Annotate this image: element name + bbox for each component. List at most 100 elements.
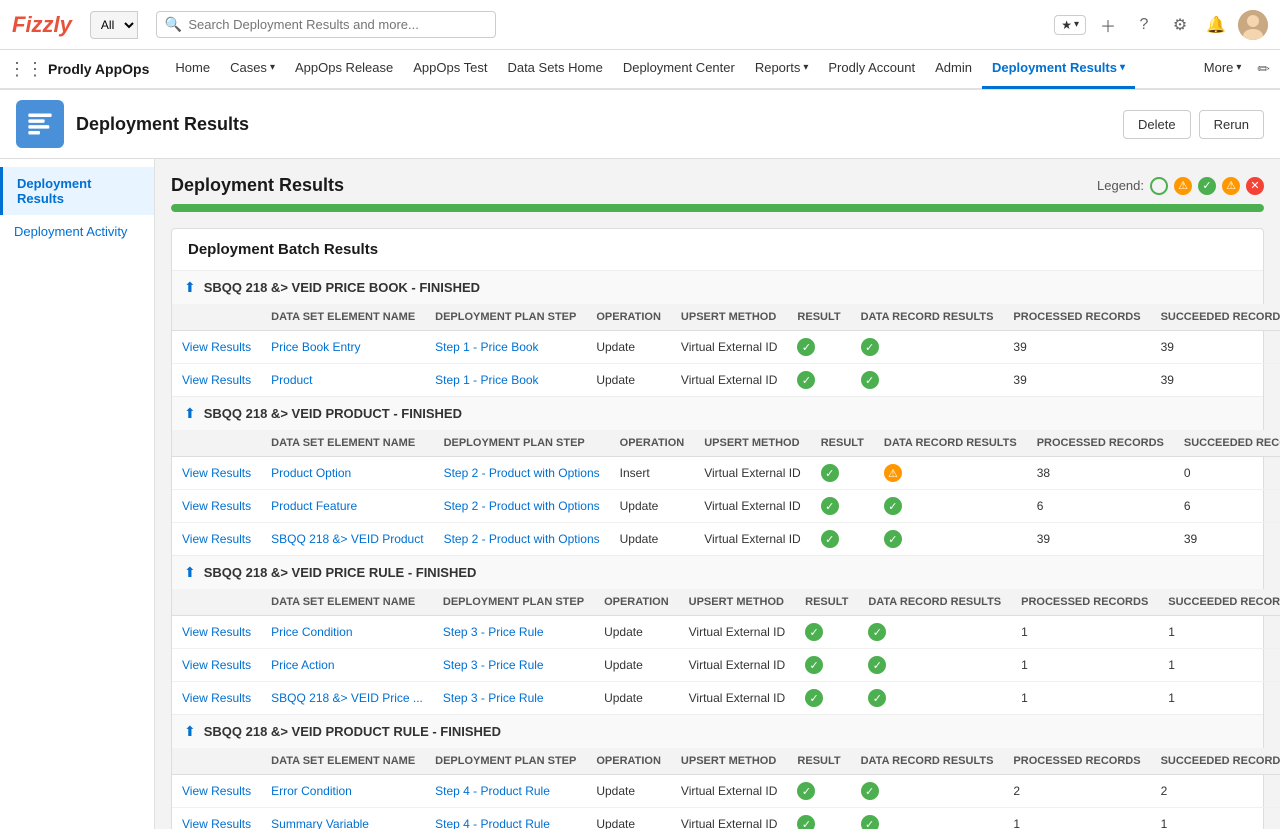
step-link[interactable]: Step 4 - Product Rule: [435, 784, 550, 798]
sidebar-item-deployment-results[interactable]: Deployment Results: [0, 167, 154, 215]
view-results-link[interactable]: View Results: [182, 691, 251, 705]
element-name-link[interactable]: Product Feature: [271, 499, 357, 513]
product-table: DATA SET ELEMENT NAME DEPLOYMENT PLAN ST…: [172, 430, 1280, 555]
operation-cell: Update: [586, 364, 671, 397]
sidebar-item-deployment-activity[interactable]: Deployment Activity: [0, 215, 154, 248]
drr-ok-icon: ✓: [861, 371, 879, 389]
search-filter-select[interactable]: All: [90, 11, 138, 39]
element-name-link[interactable]: SBQQ 218 &> VEID Product: [271, 532, 423, 546]
view-results-link[interactable]: View Results: [182, 625, 251, 639]
element-name-link[interactable]: Product: [271, 373, 312, 387]
element-name-link[interactable]: SBQQ 218 &> VEID Price ...: [271, 691, 423, 705]
operation-cell: Update: [586, 808, 671, 829]
operation-cell: Update: [586, 775, 671, 808]
element-name-link[interactable]: Error Condition: [271, 784, 352, 798]
add-button[interactable]: ＋: [1094, 11, 1122, 39]
succeeded-cell: 1: [1158, 682, 1280, 715]
app-logo[interactable]: Fizzly: [12, 12, 72, 38]
nav-item-deployment-results[interactable]: Deployment Results ▾: [982, 49, 1135, 89]
search-input[interactable]: [188, 17, 487, 32]
step-link[interactable]: Step 2 - Product with Options: [444, 499, 600, 513]
col-header-result: RESULT: [795, 589, 858, 616]
group-product-rule: ⬆ SBQQ 218 &> VEID PRODUCT RULE - FINISH…: [172, 715, 1263, 829]
group-header-product[interactable]: ⬆ SBQQ 218 &> VEID PRODUCT - FINISHED: [172, 397, 1263, 430]
app-switcher-button[interactable]: ⋮⋮: [10, 53, 42, 85]
chevron-down-icon: ▾: [1236, 62, 1241, 73]
group-header-text: SBQQ 218 &> VEID PRICE BOOK - FINISHED: [204, 280, 480, 295]
nav-item-deployment-center[interactable]: Deployment Center: [613, 49, 745, 89]
bell-icon[interactable]: 🔔: [1202, 11, 1230, 39]
succeeded-cell: 1: [1158, 616, 1280, 649]
view-results-link[interactable]: View Results: [182, 340, 251, 354]
topbar: Fizzly All 🔍 ★ ▾ ＋ ? ⚙ 🔔: [0, 0, 1280, 50]
avatar[interactable]: [1238, 10, 1268, 40]
deployment-results-icon: [26, 110, 54, 138]
nav-item-more[interactable]: More ▾: [1194, 49, 1252, 89]
processed-cell: 1: [1011, 649, 1158, 682]
col-header-step: DEPLOYMENT PLAN STEP: [434, 430, 610, 457]
table-row: View Results SBQQ 218 &> VEID Price ... …: [172, 682, 1280, 715]
view-results-link[interactable]: View Results: [182, 784, 251, 798]
drr-ok-icon: ✓: [861, 782, 879, 800]
nav-item-admin[interactable]: Admin: [925, 49, 982, 89]
step-link[interactable]: Step 3 - Price Rule: [443, 625, 544, 639]
step-link[interactable]: Step 2 - Product with Options: [444, 532, 600, 546]
step-link[interactable]: Step 3 - Price Rule: [443, 691, 544, 705]
chevron-down-icon: ▾: [1074, 19, 1079, 30]
succeeded-cell: 1: [1158, 649, 1280, 682]
col-header-element-name: DATA SET ELEMENT NAME: [261, 748, 425, 775]
group-header-price-rule[interactable]: ⬆ SBQQ 218 &> VEID PRICE RULE - FINISHED: [172, 556, 1263, 589]
view-results-link[interactable]: View Results: [182, 499, 251, 513]
col-header-operation: OPERATION: [594, 589, 679, 616]
nav-item-appops-test[interactable]: AppOps Test: [403, 49, 497, 89]
element-name-link[interactable]: Price Book Entry: [271, 340, 360, 354]
drr-ok-icon: ✓: [884, 530, 902, 548]
col-header-operation: OPERATION: [610, 430, 695, 457]
legend: Legend: ⚠ ✓ ⚠ ✕: [1097, 177, 1264, 195]
upsert-cell: Virtual External ID: [671, 364, 788, 397]
element-name-link[interactable]: Product Option: [271, 466, 351, 480]
col-header-processed: PROCESSED RECORDS: [1003, 304, 1150, 331]
col-header-succeeded: SUCCEEDED RECORDS: [1158, 589, 1280, 616]
col-header-succeeded: SUCCEEDED RECORDS: [1151, 748, 1280, 775]
delete-button[interactable]: Delete: [1123, 110, 1191, 139]
upsert-cell: Virtual External ID: [679, 649, 796, 682]
view-results-link[interactable]: View Results: [182, 532, 251, 546]
nav-item-home[interactable]: Home: [165, 49, 220, 89]
succeeded-cell: 6: [1174, 490, 1280, 523]
col-header-succeeded: SUCCEEDED RECORDS: [1174, 430, 1280, 457]
col-header-upsert: UPSERT METHOD: [694, 430, 811, 457]
nav-item-appops-release[interactable]: AppOps Release: [285, 49, 403, 89]
rerun-button[interactable]: Rerun: [1199, 110, 1264, 139]
step-link[interactable]: Step 2 - Product with Options: [444, 466, 600, 480]
step-link[interactable]: Step 3 - Price Rule: [443, 658, 544, 672]
step-link[interactable]: Step 1 - Price Book: [435, 340, 538, 354]
col-header-succeeded: SUCCEEDED RECORDS: [1151, 304, 1280, 331]
result-ok-icon: ✓: [797, 338, 815, 356]
step-link[interactable]: Step 1 - Price Book: [435, 373, 538, 387]
view-results-link[interactable]: View Results: [182, 466, 251, 480]
gear-icon[interactable]: ⚙: [1166, 11, 1194, 39]
group-header-text: SBQQ 218 &> VEID PRICE RULE - FINISHED: [204, 565, 477, 580]
nav-item-prodly-account[interactable]: Prodly Account: [818, 49, 925, 89]
step-link[interactable]: Step 4 - Product Rule: [435, 817, 550, 829]
legend-label: Legend:: [1097, 178, 1144, 193]
help-icon[interactable]: ?: [1130, 11, 1158, 39]
view-results-link[interactable]: View Results: [182, 817, 251, 829]
nav-item-reports[interactable]: Reports ▾: [745, 49, 819, 89]
operation-cell: Update: [594, 682, 679, 715]
operation-cell: Update: [610, 490, 695, 523]
element-name-link[interactable]: Summary Variable: [271, 817, 369, 829]
edit-nav-icon[interactable]: ✏: [1257, 60, 1270, 78]
element-name-link[interactable]: Price Condition: [271, 625, 352, 639]
group-header-product-rule[interactable]: ⬆ SBQQ 218 &> VEID PRODUCT RULE - FINISH…: [172, 715, 1263, 748]
view-results-link[interactable]: View Results: [182, 373, 251, 387]
favorites-button[interactable]: ★ ▾: [1054, 15, 1086, 35]
col-header-processed: PROCESSED RECORDS: [1011, 589, 1158, 616]
nav-item-datasets-home[interactable]: Data Sets Home: [497, 49, 612, 89]
element-name-link[interactable]: Price Action: [271, 658, 334, 672]
group-header-price-book[interactable]: ⬆ SBQQ 218 &> VEID PRICE BOOK - FINISHED: [172, 271, 1263, 304]
view-results-link[interactable]: View Results: [182, 658, 251, 672]
table-row: View Results Product Feature Step 2 - Pr…: [172, 490, 1280, 523]
nav-item-cases[interactable]: Cases ▾: [220, 49, 285, 89]
